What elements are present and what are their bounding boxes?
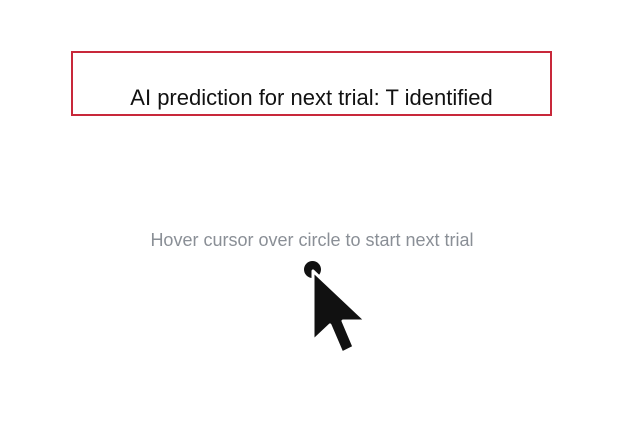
trial-screen: AI prediction for next trial: T identifi… [0, 0, 624, 428]
start-trial-instruction: Hover cursor over circle to start next t… [150, 230, 474, 250]
ai-prediction-banner: AI prediction for next trial: T identifi… [71, 51, 552, 116]
ai-prediction-text: AI prediction for next trial: T identifi… [130, 85, 493, 110]
arrow-pointer-icon [311, 269, 368, 355]
